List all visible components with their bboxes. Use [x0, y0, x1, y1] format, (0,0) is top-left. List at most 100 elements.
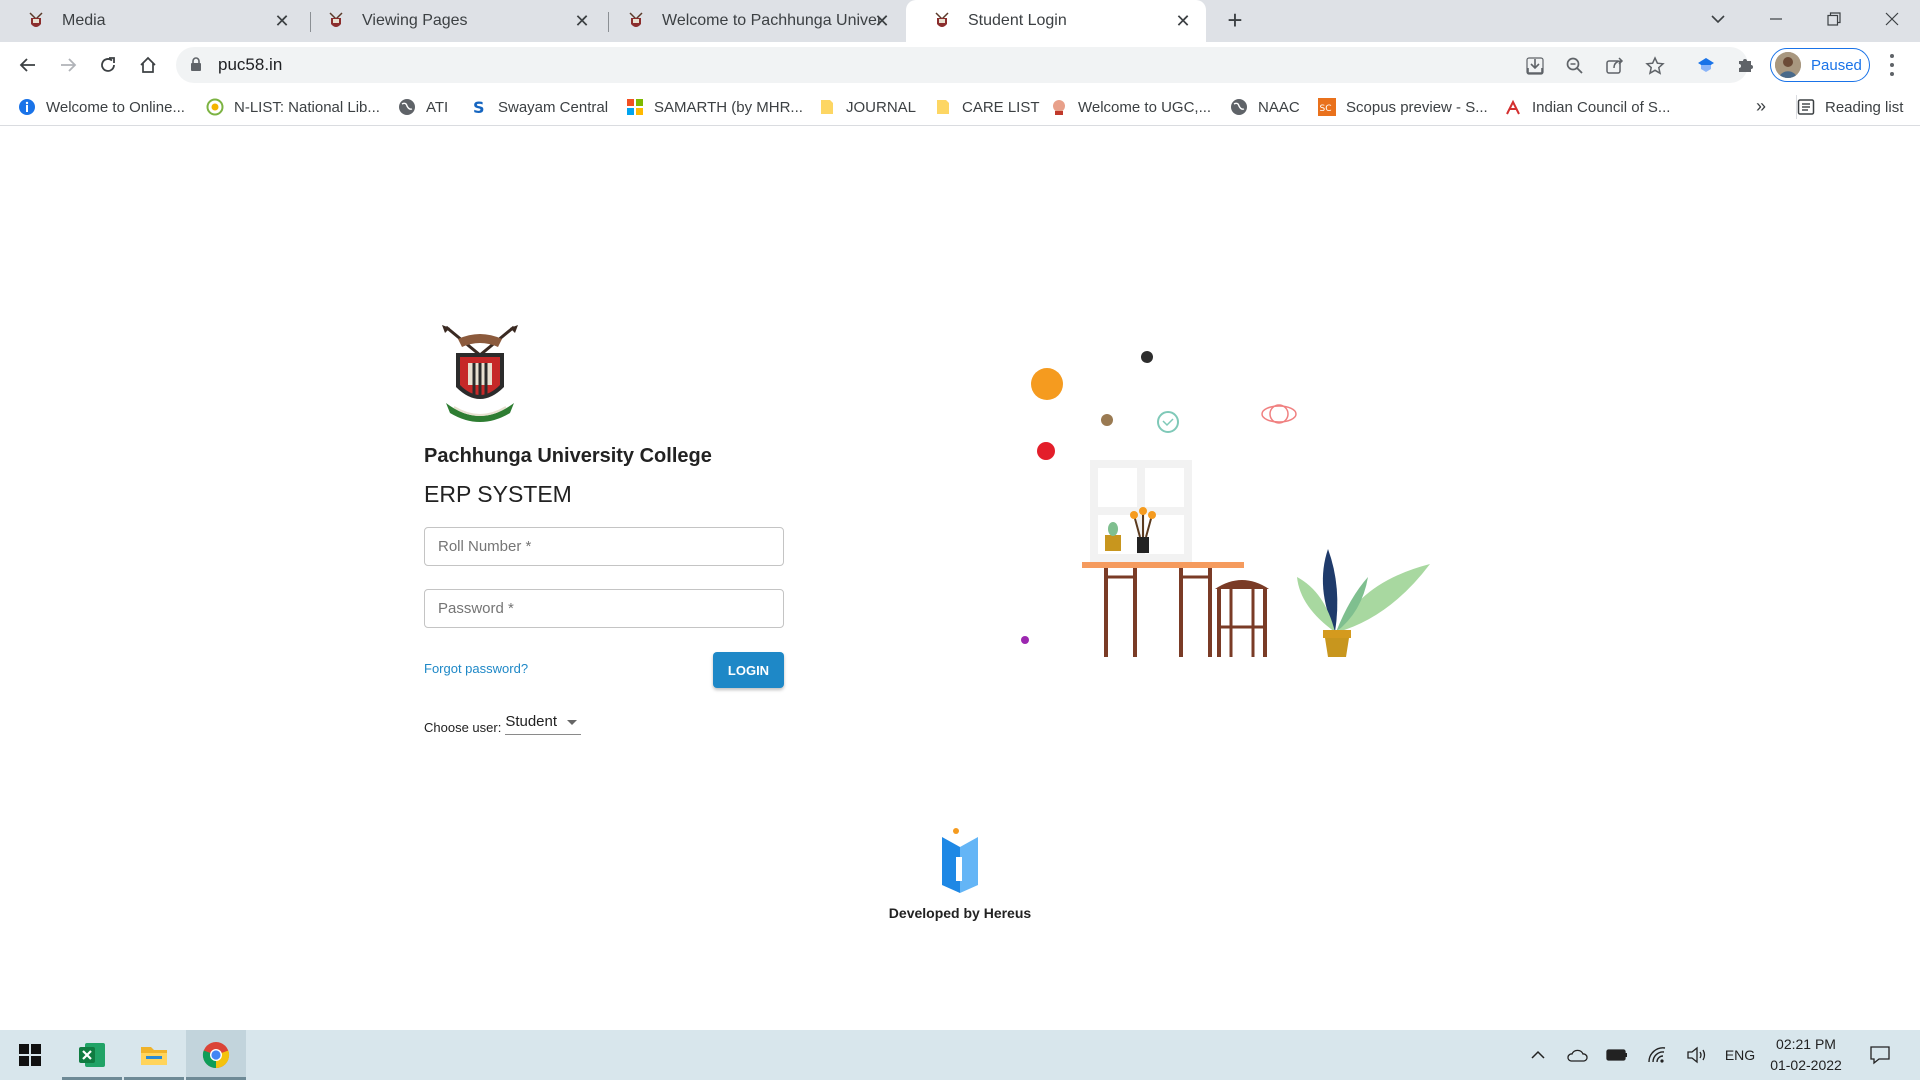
restore-icon[interactable] — [1806, 0, 1862, 38]
extension-shield-icon[interactable] — [1695, 54, 1717, 76]
tab-viewing-pages[interactable]: Viewing Pages ✕ — [300, 0, 605, 42]
more-menu-icon[interactable] — [1880, 52, 1904, 78]
excel-icon[interactable] — [62, 1030, 122, 1080]
bookmark-item[interactable]: JOURNAL — [818, 95, 916, 119]
password-input[interactable] — [425, 590, 783, 627]
bookmark-item[interactable]: SC Scopus preview - S... — [1318, 95, 1488, 119]
new-tab-button[interactable]: + — [1222, 7, 1248, 34]
bookmark-item[interactable]: N-LIST: National Lib... — [206, 95, 380, 119]
avatar — [1775, 52, 1801, 78]
svg-text:SC: SC — [1320, 104, 1332, 114]
bookmark-item[interactable]: NAAC — [1230, 95, 1300, 119]
bookmark-item[interactable]: ATI — [398, 95, 448, 119]
close-window-icon[interactable] — [1864, 0, 1920, 38]
zoom-icon[interactable] — [1564, 55, 1586, 77]
college-crest-icon — [26, 11, 46, 31]
tab-search-chevron-icon[interactable] — [1690, 0, 1746, 38]
close-tab-icon[interactable]: ✕ — [271, 10, 293, 32]
bookmark-label: Indian Council of S... — [1532, 98, 1671, 116]
close-tab-icon[interactable]: ✕ — [1172, 10, 1194, 32]
college-name: Pachhunga University College — [424, 445, 712, 467]
forward-arrow-icon[interactable] — [52, 49, 84, 81]
system-title: ERP SYSTEM — [424, 481, 572, 507]
bookmark-label: Swayam Central — [498, 98, 609, 116]
ugc-icon — [1050, 98, 1068, 116]
file-explorer-icon[interactable] — [124, 1030, 184, 1080]
bookmark-item[interactable]: Indian Council of S... — [1504, 95, 1670, 119]
windows-start-icon[interactable] — [0, 1030, 60, 1080]
page-content: Pachhunga University College ERP SYSTEM … — [0, 127, 1920, 1030]
battery-icon[interactable] — [1604, 1044, 1630, 1066]
reading-list-button[interactable]: Reading list — [1796, 95, 1903, 119]
swayam-icon: S — [470, 98, 488, 116]
bookmark-label: Welcome to UGC,... — [1078, 98, 1212, 116]
clock-date: 01-02-2022 — [1770, 1057, 1842, 1073]
chrome-icon[interactable] — [186, 1030, 246, 1080]
profile-status: Paused — [1811, 56, 1862, 74]
bookmark-label: Scopus preview - S... — [1346, 98, 1488, 116]
lock-icon[interactable] — [190, 57, 202, 77]
system-clock[interactable]: 02:21 PM 01-02-2022 — [1764, 1034, 1848, 1076]
developer-credit: Developed by Hereus — [888, 905, 1032, 921]
password-field[interactable] — [424, 589, 784, 628]
tab-title: Student Login — [968, 12, 1067, 29]
bookmarks-overflow-button[interactable]: » — [1756, 96, 1766, 117]
close-tab-icon[interactable]: ✕ — [871, 10, 893, 32]
folder-icon — [934, 98, 952, 116]
language-indicator[interactable]: ENG — [1722, 1044, 1758, 1066]
tab-title: Viewing Pages — [362, 12, 468, 29]
show-hidden-icons-chevron-icon[interactable] — [1526, 1044, 1550, 1066]
tab-welcome-pachhunga[interactable]: Welcome to Pachhunga Universit ✕ — [600, 0, 905, 42]
bookmark-label: JOURNAL — [846, 98, 917, 116]
forgot-password-link[interactable]: Forgot password? — [424, 661, 528, 676]
reading-list-label: Reading list — [1825, 98, 1904, 116]
desk-illustration — [1010, 297, 1440, 657]
globe-icon — [398, 98, 416, 116]
screen: Media ✕ Viewing Pages ✕ Welcome to Pachh… — [0, 0, 1920, 1080]
svg-text:S: S — [473, 98, 485, 116]
extensions-puzzle-icon[interactable] — [1735, 54, 1757, 76]
info-circle-icon — [18, 98, 36, 116]
address-bar[interactable]: puc58.in — [176, 47, 1748, 83]
roll-number-input[interactable] — [425, 528, 783, 565]
bookmark-label: SAMARTH (by MHR... — [654, 98, 803, 116]
scopus-icon: SC — [1318, 98, 1336, 116]
bookmark-label: Welcome to Online... — [46, 98, 185, 116]
bookmark-item[interactable]: S Swayam Central — [470, 95, 608, 119]
tab-student-login[interactable]: Student Login ✕ — [906, 0, 1206, 42]
user-type-value: Student — [505, 713, 558, 730]
login-button[interactable]: LOGIN — [713, 652, 784, 688]
reading-list-icon — [1797, 98, 1815, 116]
hereus-logo — [940, 827, 980, 895]
onedrive-cloud-icon[interactable] — [1564, 1044, 1590, 1066]
url-text[interactable]: puc58.in — [218, 55, 282, 75]
nlist-icon — [206, 98, 224, 116]
minimize-icon[interactable] — [1748, 0, 1804, 38]
wifi-icon[interactable] — [1644, 1044, 1670, 1066]
choose-user-label: Choose user: — [424, 720, 502, 735]
reload-icon[interactable] — [92, 49, 124, 81]
roll-number-field[interactable] — [424, 527, 784, 566]
college-crest-icon — [326, 11, 346, 31]
bookmark-item[interactable]: Welcome to UGC,... — [1050, 95, 1211, 119]
back-arrow-icon[interactable] — [12, 49, 44, 81]
choose-user-row: Choose user: Student — [424, 711, 582, 735]
install-app-icon[interactable] — [1524, 55, 1546, 77]
college-crest-icon — [932, 11, 952, 31]
home-icon[interactable] — [132, 49, 164, 81]
share-icon[interactable] — [1604, 55, 1626, 77]
bookmark-item[interactable]: CARE LIST — [934, 95, 1040, 119]
bookmark-item[interactable]: SAMARTH (by MHR... — [626, 95, 803, 119]
bookmark-star-icon[interactable] — [1644, 55, 1666, 77]
browser-toolbar: puc58.in Paused — [0, 42, 1920, 88]
bookmark-label: CARE LIST — [962, 98, 1040, 116]
close-tab-icon[interactable]: ✕ — [571, 10, 593, 32]
notification-center-icon[interactable] — [1866, 1044, 1894, 1066]
clock-time: 02:21 PM — [1776, 1036, 1836, 1052]
user-type-select[interactable]: Student — [505, 711, 582, 735]
profile-button[interactable]: Paused — [1770, 48, 1870, 82]
tab-media[interactable]: Media ✕ — [0, 0, 305, 42]
volume-icon[interactable] — [1684, 1044, 1710, 1066]
tab-strip: Media ✕ Viewing Pages ✕ Welcome to Pachh… — [0, 0, 1920, 42]
bookmark-item[interactable]: Welcome to Online... — [18, 95, 185, 119]
